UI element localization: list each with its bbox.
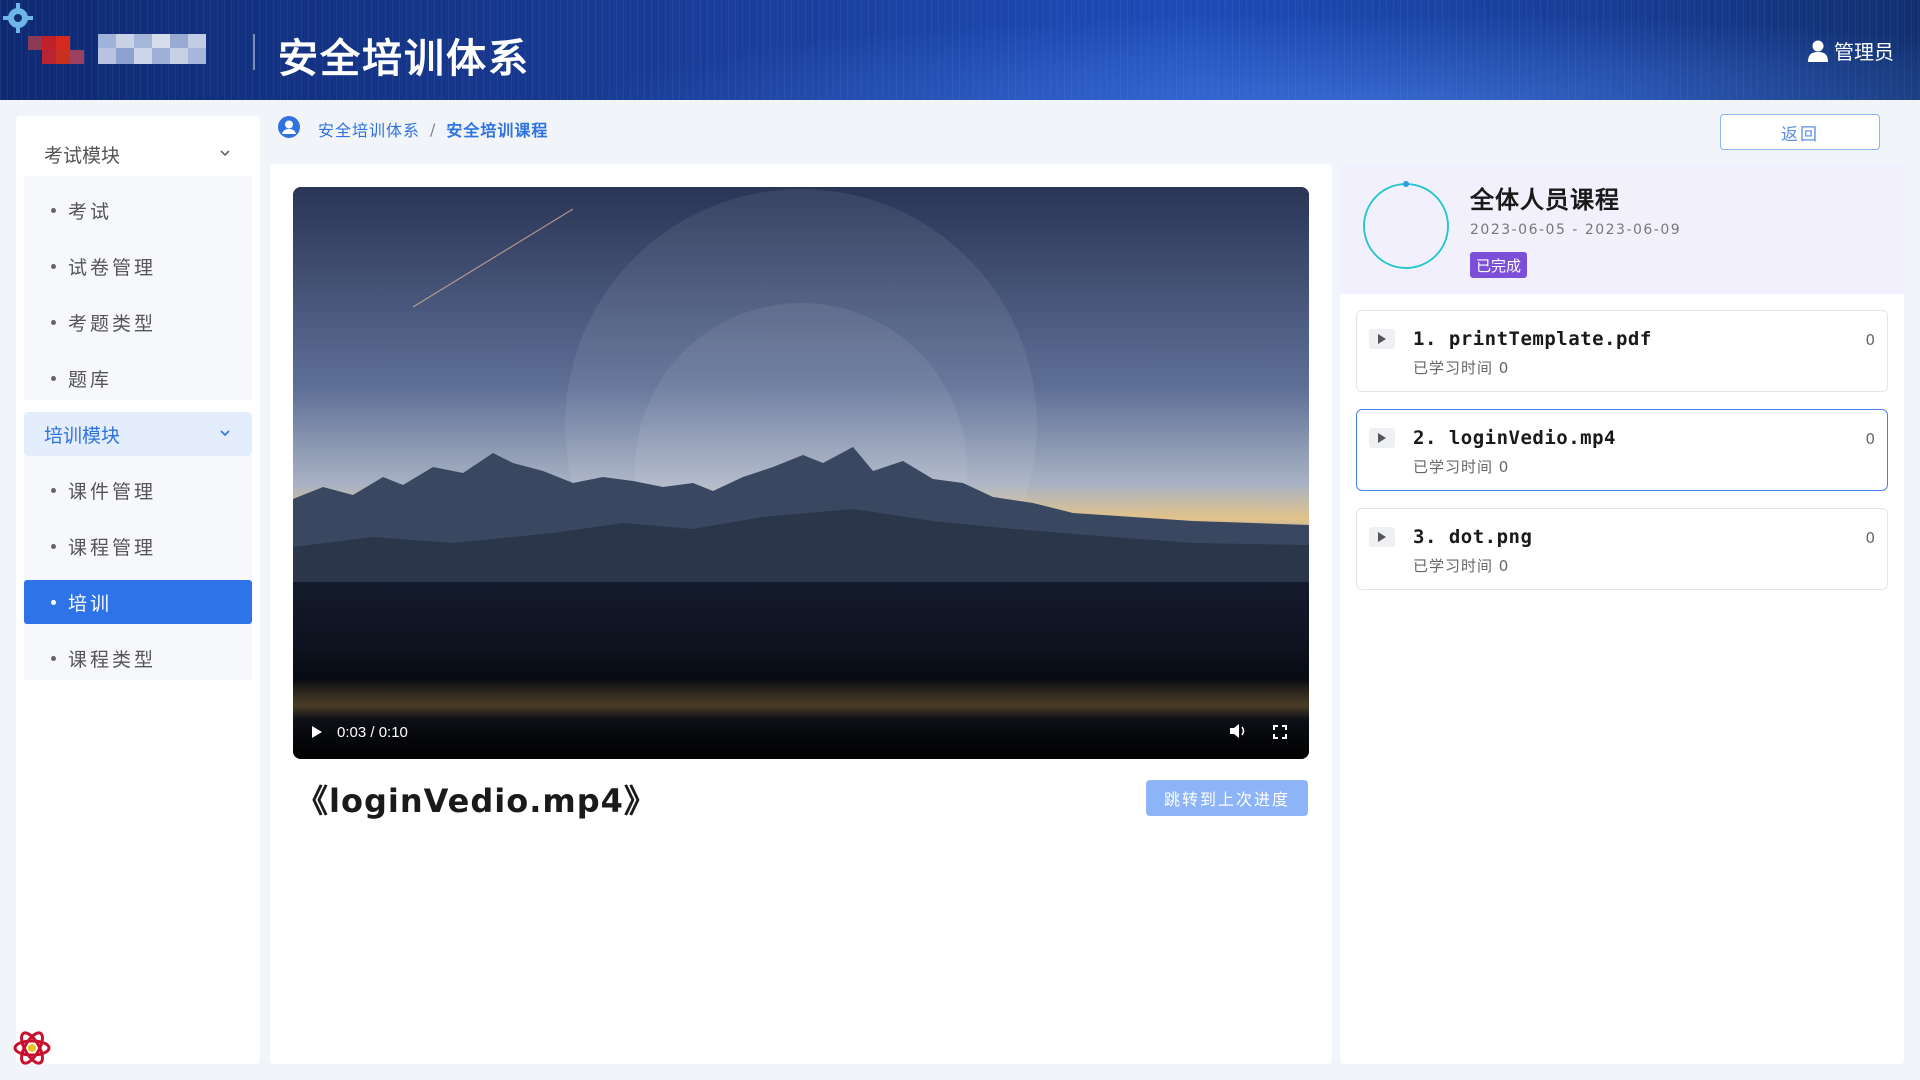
file-study-time: 已学习时间 0	[1413, 557, 1510, 575]
sidebar-item-course-management[interactable]: 课程管理	[24, 524, 252, 568]
video-controls: 0:03 / 0:10	[293, 705, 1309, 759]
blurred-logo	[28, 28, 228, 72]
file-name: 1. printTemplate.pdf	[1413, 328, 1652, 350]
menu-group-training[interactable]: 培训模块	[24, 412, 252, 456]
title-divider	[253, 34, 255, 70]
play-icon[interactable]	[1369, 329, 1395, 349]
sidebar-item-courseware[interactable]: 课件管理	[24, 468, 252, 512]
app-title: 安全培训体系	[278, 36, 530, 82]
progress-ring	[1362, 181, 1450, 270]
user-name: 管理员	[1834, 40, 1894, 64]
menu-group-label: 考试模块	[44, 144, 121, 167]
bullet-icon	[51, 376, 56, 381]
sidebar-item-label: 试卷管理	[68, 256, 157, 279]
sidebar-item-label: 课程类型	[68, 648, 157, 671]
bullet-icon	[51, 656, 56, 661]
user-menu[interactable]: 管理员	[1808, 36, 1894, 65]
sidebar-item-label: 考题类型	[68, 312, 157, 335]
bullet-icon	[51, 488, 56, 493]
video-frame	[293, 187, 1309, 759]
react-devtools-icon[interactable]	[12, 1028, 52, 1068]
file-count: 0	[1865, 430, 1875, 448]
user-icon	[1808, 40, 1828, 62]
sidebar-item-label: 课程管理	[68, 536, 157, 559]
status-badge: 已完成	[1470, 252, 1528, 278]
file-item[interactable]: 3. dot.png 已学习时间 0 0	[1356, 508, 1888, 590]
video-player[interactable]: 0:03 / 0:10	[293, 187, 1309, 759]
chevron-down-icon	[220, 430, 230, 437]
bullet-icon	[51, 208, 56, 213]
bullet-icon	[51, 320, 56, 325]
video-time: 0:03 / 0:10	[337, 723, 408, 741]
chevron-down-icon	[220, 150, 230, 157]
sidebar-item-training[interactable]: 培训	[24, 580, 252, 624]
sidebar-item-exam[interactable]: 考试	[24, 188, 252, 232]
top-header: 安全培训体系 管理员	[0, 0, 1920, 100]
file-name: 2. loginVedio.mp4	[1413, 427, 1616, 449]
breadcrumb-root[interactable]: 安全培训体系	[318, 117, 420, 141]
sidebar-item-question-bank[interactable]: 题库	[24, 356, 252, 400]
sidebar-item-label: 培训	[68, 592, 113, 615]
breadcrumb: 安全培训体系 / 安全培训课程	[318, 117, 548, 141]
breadcrumb-current: 安全培训课程	[446, 121, 549, 140]
file-item[interactable]: 1. printTemplate.pdf 已学习时间 0 0	[1356, 310, 1888, 392]
menu-group-exam[interactable]: 考试模块	[24, 132, 252, 176]
volume-icon[interactable]	[1229, 723, 1247, 739]
course-date-range: 2023-06-05 - 2023-06-09	[1470, 222, 1682, 238]
breadcrumb-separator: /	[430, 119, 437, 139]
sidebar: 考试模块 考试 试卷管理 考题类型 题库 培训模块 课件管理 课程管理 培训 课…	[16, 116, 260, 1064]
bullet-icon	[51, 544, 56, 549]
file-name: 3. dot.png	[1413, 526, 1533, 548]
file-study-time: 已学习时间 0	[1413, 359, 1510, 377]
bullet-icon	[51, 600, 56, 605]
file-count: 0	[1865, 331, 1875, 349]
file-study-time: 已学习时间 0	[1413, 458, 1510, 476]
user-circle-icon	[278, 116, 300, 138]
file-count: 0	[1865, 529, 1875, 547]
sidebar-item-label: 题库	[68, 368, 113, 391]
file-item[interactable]: 2. loginVedio.mp4 已学习时间 0 0	[1356, 409, 1888, 491]
sidebar-item-label: 考试	[68, 200, 113, 223]
bullet-icon	[51, 264, 56, 269]
menu-group-label: 培训模块	[44, 424, 121, 447]
play-icon[interactable]	[311, 725, 323, 739]
course-panel	[1340, 164, 1904, 1064]
play-icon[interactable]	[1369, 428, 1395, 448]
play-icon[interactable]	[1369, 527, 1395, 547]
fullscreen-icon[interactable]	[1273, 725, 1287, 739]
video-title: 《loginVedio.mp4》	[296, 782, 657, 820]
course-title: 全体人员课程	[1470, 186, 1620, 214]
sidebar-item-label: 课件管理	[68, 480, 157, 503]
back-button[interactable]: 返回	[1720, 114, 1880, 150]
jump-to-progress-button[interactable]: 跳转到上次进度	[1146, 780, 1308, 816]
sidebar-item-question-type[interactable]: 考题类型	[24, 300, 252, 344]
sidebar-item-course-type[interactable]: 课程类型	[24, 636, 252, 680]
sidebar-item-paper-management[interactable]: 试卷管理	[24, 244, 252, 288]
